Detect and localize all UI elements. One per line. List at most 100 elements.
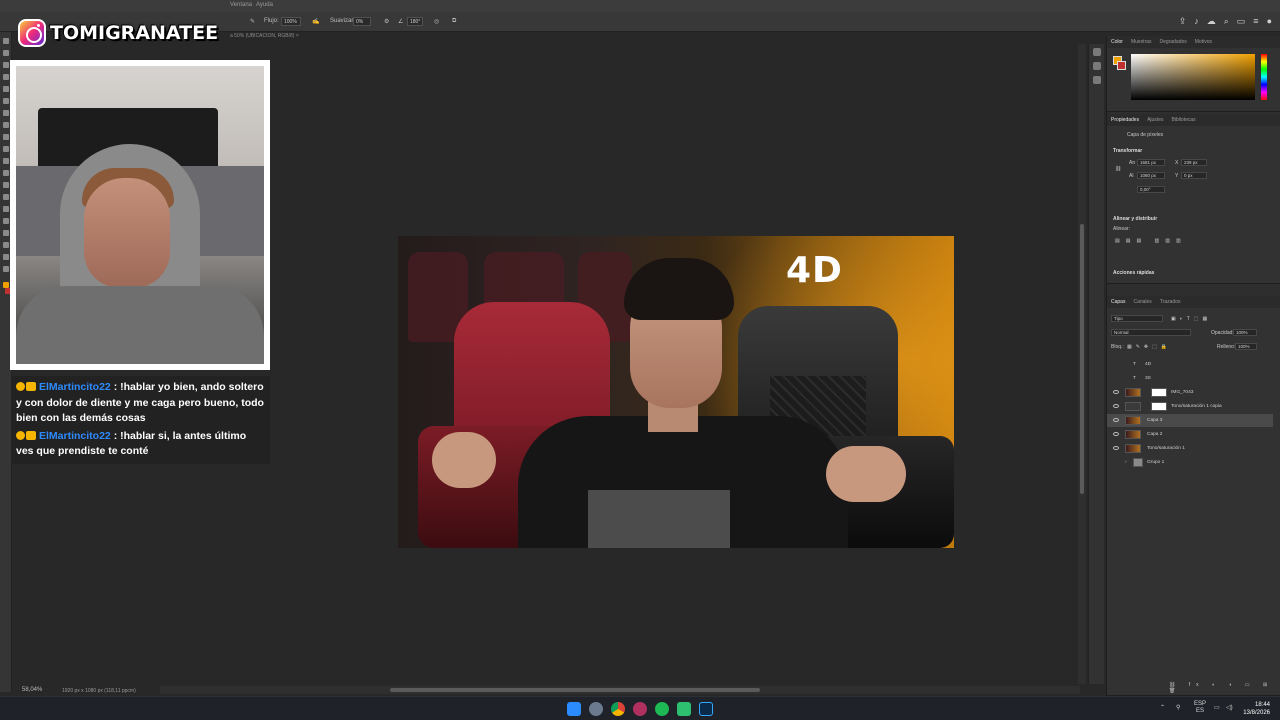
brush-icon[interactable]: ✎ xyxy=(250,18,255,25)
bell-icon[interactable]: ♪ xyxy=(1194,16,1199,27)
network-icon[interactable]: ▭ xyxy=(1214,704,1220,711)
airbrush-icon[interactable]: ✍ xyxy=(312,18,319,25)
vertical-scroll-thumb[interactable] xyxy=(1080,224,1084,494)
chrome-icon[interactable] xyxy=(611,702,625,716)
spotify-icon[interactable] xyxy=(655,702,669,716)
hand-tool-icon[interactable] xyxy=(3,254,9,260)
stamp-tool-icon[interactable] xyxy=(3,134,9,140)
opacity-field[interactable]: 100% xyxy=(1233,329,1257,336)
move-tool-icon[interactable] xyxy=(3,38,9,44)
gear-icon[interactable]: ⚙ xyxy=(384,18,389,25)
search-icon[interactable]: ⌕ xyxy=(1224,16,1229,27)
close-tab-icon[interactable]: × xyxy=(296,33,299,39)
layer-row[interactable]: Tono/saturación 1 copia xyxy=(1107,400,1273,413)
blur-tool-icon[interactable] xyxy=(3,182,9,188)
document-info[interactable]: 1920 px x 1080 px (118,11 ppcm) xyxy=(62,688,136,694)
suavizar-field[interactable]: 0% xyxy=(353,17,371,26)
brush-tool-icon[interactable] xyxy=(3,122,9,128)
app-icon[interactable] xyxy=(633,702,647,716)
settings-icon[interactable] xyxy=(589,702,603,716)
tab-canales[interactable]: Canales xyxy=(1133,299,1151,305)
history-brush-tool-icon[interactable] xyxy=(3,146,9,152)
eraser-tool-icon[interactable] xyxy=(3,158,9,164)
filter-icons[interactable]: ▣◐T⬚▦ xyxy=(1171,316,1211,322)
horizontal-scrollbar[interactable] xyxy=(160,686,1080,694)
angle-field[interactable]: 180° xyxy=(407,17,423,26)
layer-actions[interactable]: ⛓ fx ◐ ◑ ▭ ⊞ 🗑 xyxy=(1169,682,1280,694)
visibility-eye-icon[interactable] xyxy=(1113,446,1119,450)
align-section-title[interactable]: Alinear y distribuir xyxy=(1113,216,1157,222)
tab-bibliotecas[interactable]: Bibliotecas xyxy=(1171,117,1195,123)
share-icon[interactable]: ⇪ xyxy=(1179,16,1187,27)
layer-mask-thumbnail[interactable] xyxy=(1151,388,1167,397)
layer-row[interactable]: Capa 2 xyxy=(1107,428,1273,441)
menu-ventana[interactable]: Ventana xyxy=(230,2,252,8)
system-clock[interactable]: 18:44 13/8/2026 xyxy=(1243,701,1270,717)
horizontal-scroll-thumb[interactable] xyxy=(390,688,760,692)
tab-degradados[interactable]: Degradados xyxy=(1160,39,1187,45)
flujo-field[interactable]: 100% xyxy=(281,17,301,26)
link-icon[interactable]: ⛓ xyxy=(1115,166,1121,172)
blend-mode-select[interactable]: Normal xyxy=(1111,329,1191,336)
tab-color[interactable]: Color xyxy=(1111,39,1123,45)
usb-icon[interactable]: ⚲ xyxy=(1176,704,1180,711)
hue-slider[interactable] xyxy=(1261,54,1267,100)
history-icon[interactable] xyxy=(1093,62,1101,70)
zoom-tool-icon[interactable] xyxy=(3,266,9,272)
layer-row-selected[interactable]: Capa 3 xyxy=(1107,414,1273,427)
layer-row[interactable]: IMG_7043 xyxy=(1107,386,1273,399)
align-buttons[interactable]: ▤▤▤ ▥▥▥ xyxy=(1115,238,1187,244)
start-icon[interactable] xyxy=(567,702,581,716)
document-image[interactable]: 4D xyxy=(398,236,954,548)
zoom-level[interactable]: 58,04% xyxy=(22,687,42,693)
photoshop-icon[interactable] xyxy=(699,702,713,716)
menu-ayuda[interactable]: Ayuda xyxy=(256,2,273,8)
tab-propiedades[interactable]: Propiedades xyxy=(1111,117,1139,123)
language-indicator[interactable]: ESP ES xyxy=(1194,701,1206,715)
visibility-eye-icon[interactable] xyxy=(1113,404,1119,408)
layer-row[interactable]: › Grupo 1 xyxy=(1107,456,1273,469)
color-picker-field[interactable] xyxy=(1131,54,1255,100)
tab-muestras[interactable]: Muestras xyxy=(1131,39,1152,45)
cloud-icon[interactable]: ☁ xyxy=(1207,16,1216,27)
crop-tool-icon[interactable] xyxy=(3,86,9,92)
visibility-eye-icon[interactable] xyxy=(1113,432,1119,436)
quick-actions-title[interactable]: Acciones rápidas xyxy=(1113,270,1154,276)
lasso-tool-icon[interactable] xyxy=(3,62,9,68)
dodge-tool-icon[interactable] xyxy=(3,194,9,200)
pressure-icon[interactable]: ◎ xyxy=(434,18,439,25)
play-icon[interactable] xyxy=(1093,48,1101,56)
chevron-up-icon[interactable]: ⌃ xyxy=(1160,704,1165,711)
select-tool-icon[interactable] xyxy=(3,74,9,80)
healing-tool-icon[interactable] xyxy=(3,110,9,116)
background-color-chip[interactable] xyxy=(1117,61,1126,70)
path-select-tool-icon[interactable] xyxy=(3,230,9,236)
document-tab[interactable]: a 50% (UBICACION, RGB/8) × xyxy=(230,33,299,43)
workspace-icon[interactable]: ▭ xyxy=(1237,16,1246,27)
width-field[interactable]: 1681 px xyxy=(1137,159,1165,166)
chevron-right-icon[interactable]: › xyxy=(1125,460,1127,465)
vertical-scrollbar[interactable] xyxy=(1078,44,1086,684)
y-field[interactable]: 0 px xyxy=(1181,172,1207,179)
app-icon[interactable] xyxy=(677,702,691,716)
transform-section-title[interactable]: Transformar xyxy=(1113,148,1142,154)
avatar[interactable]: ● xyxy=(1267,16,1272,27)
height-field[interactable]: 1080 px xyxy=(1137,172,1165,179)
volume-icon[interactable]: ◁) xyxy=(1226,704,1233,711)
layer-row[interactable]: T 3S xyxy=(1107,372,1273,385)
visibility-eye-icon[interactable] xyxy=(1113,418,1119,422)
gradient-tool-icon[interactable] xyxy=(3,170,9,176)
x-field[interactable]: 239 px xyxy=(1181,159,1207,166)
tab-trazados[interactable]: Trazados xyxy=(1160,299,1181,305)
pen-tool-icon[interactable] xyxy=(3,206,9,212)
tab-ajustes[interactable]: Ajustes xyxy=(1147,117,1163,123)
brush-settings-icon[interactable] xyxy=(1093,76,1101,84)
tab-motivos[interactable]: Motivos xyxy=(1195,39,1212,45)
shape-tool-icon[interactable] xyxy=(3,242,9,248)
layer-row[interactable]: Tono/saturación 1 xyxy=(1107,442,1273,455)
lock-icons[interactable]: ▦✎✥⬚🔒 xyxy=(1127,344,1171,350)
layer-row[interactable]: T 4D xyxy=(1107,358,1273,371)
fill-field[interactable]: 100% xyxy=(1235,343,1257,350)
symmetry-icon[interactable]: ⧉ xyxy=(452,18,456,25)
tab-capas[interactable]: Capas xyxy=(1111,299,1125,305)
